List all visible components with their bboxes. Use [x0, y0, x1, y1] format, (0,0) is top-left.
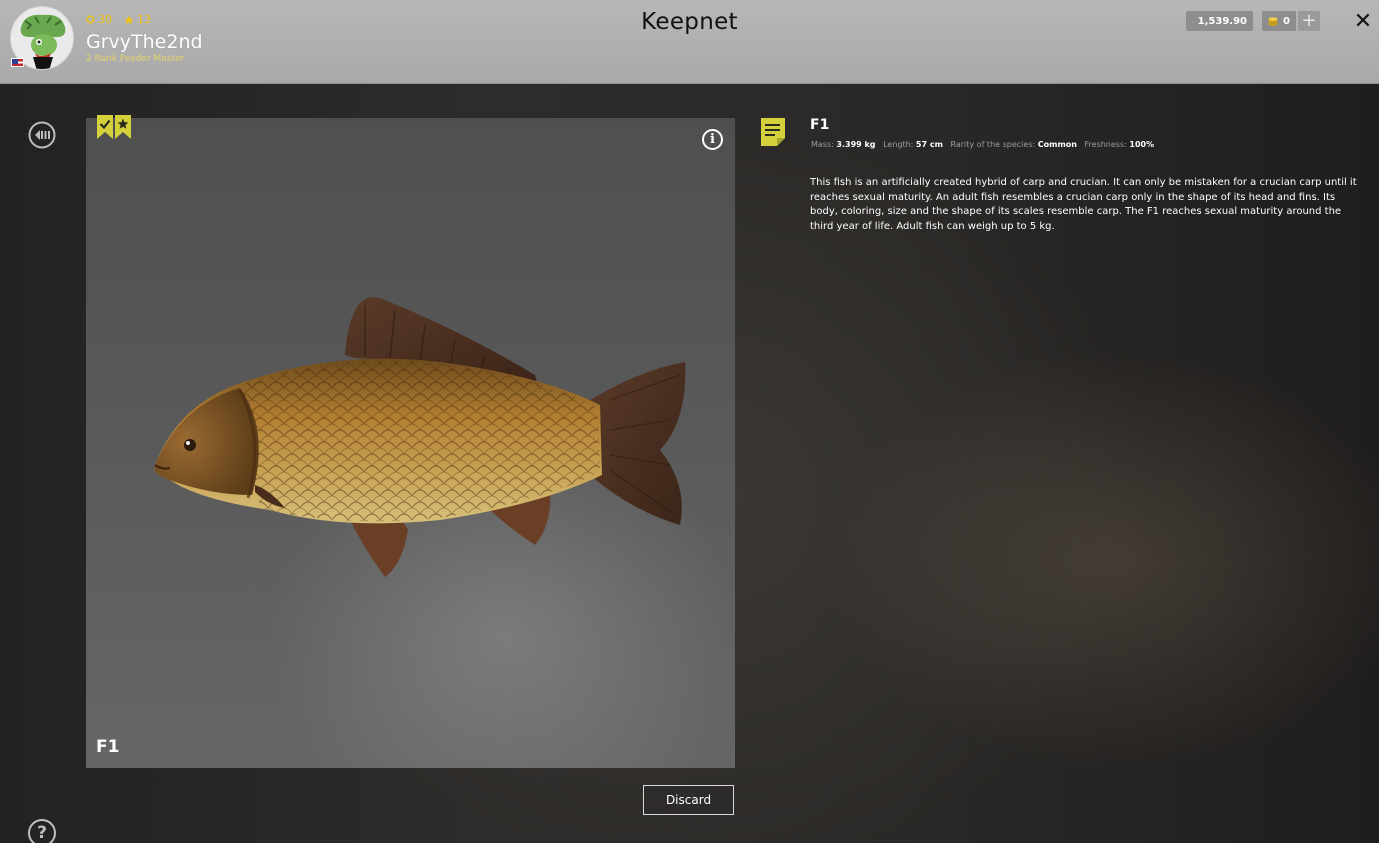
gold-coins-icon: [1268, 16, 1278, 26]
gold-balance: 0: [1262, 11, 1296, 31]
freshness-stat: Freshness: 100%: [1085, 140, 1155, 149]
mass-stat: Mass: 3.399 kg: [811, 140, 876, 149]
stat-value: 57 cm: [915, 140, 943, 149]
us-flag-icon: [11, 58, 24, 67]
top-bar: 30 13 GrvyThe2nd 2 Rank Feeder Master Ke…: [0, 0, 1379, 84]
stat-value: Common: [1037, 140, 1077, 149]
silver-balance: 1,539.90: [1186, 11, 1253, 31]
document-icon: [761, 118, 785, 146]
fish-description: This fish is an artificially created hyb…: [810, 177, 1357, 232]
fish-name: F1: [810, 117, 830, 133]
page-title: Keepnet: [641, 9, 738, 35]
player-rank: 2 Rank Feeder Master: [86, 54, 185, 64]
silver-value: 1,539.90: [1197, 15, 1247, 27]
gold-value: 0: [1283, 15, 1290, 27]
check-bookmark-icon[interactable]: [97, 115, 113, 139]
viewer-fish-label: F1: [96, 737, 120, 757]
fish-stats: Mass: 3.399 kg Length: 57 cm Rarity of t…: [811, 140, 1159, 149]
discard-button[interactable]: Discard: [643, 785, 734, 815]
fish-model-image: [154, 297, 686, 577]
add-currency-button[interactable]: +: [1298, 11, 1320, 31]
stat-label: Length:: [883, 140, 914, 149]
help-button[interactable]: ?: [28, 819, 56, 843]
close-button[interactable]: ✕: [1351, 10, 1375, 34]
stat-label: Rarity of the species:: [950, 140, 1036, 149]
back-button[interactable]: [28, 121, 56, 149]
bookmark-badges: [97, 115, 131, 139]
stat-value: 100%: [1129, 140, 1155, 149]
note-icon: [761, 118, 785, 146]
stat-value: 3.399 kg: [836, 140, 876, 149]
length-stat: Length: 57 cm: [883, 140, 943, 149]
stat-label: Mass:: [811, 140, 834, 149]
info-button[interactable]: i: [702, 129, 723, 150]
star-bookmark-icon[interactable]: [115, 115, 131, 139]
silver-coins-icon: [1192, 20, 1193, 22]
stat-label: Freshness:: [1084, 140, 1127, 149]
back-arrow-icon: [28, 121, 56, 149]
rarity-stat: Rarity of the species: Common: [950, 140, 1077, 149]
